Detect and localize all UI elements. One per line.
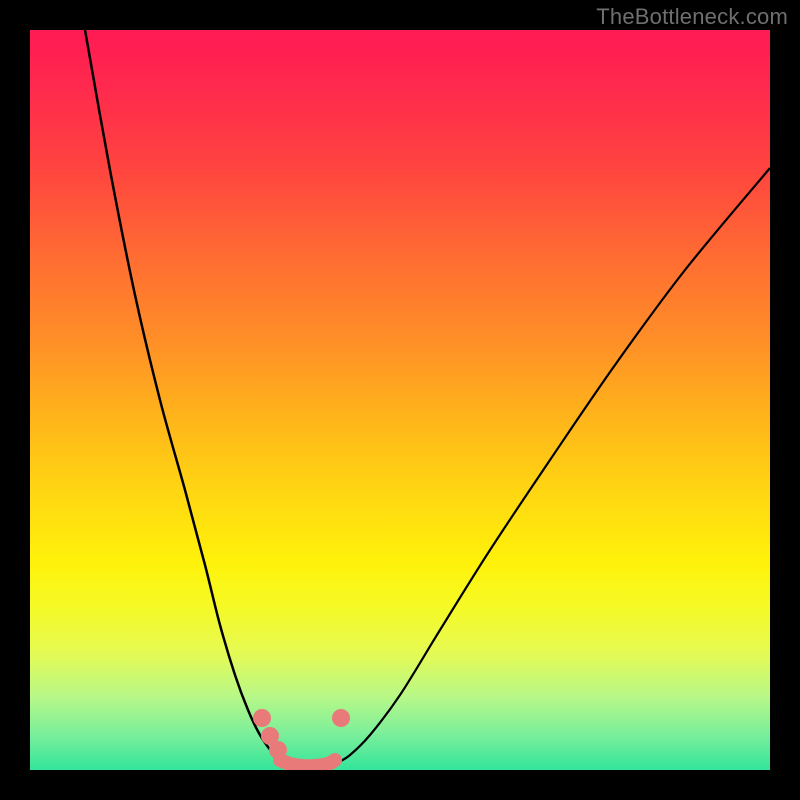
series-left-branch	[85, 30, 283, 763]
series-valley-floor	[280, 760, 335, 766]
watermark-text: TheBottleneck.com	[596, 4, 788, 30]
series-right-branch	[337, 168, 770, 763]
marker-right-dot	[332, 709, 350, 727]
marker-left-dots	[253, 709, 271, 727]
plot-area	[30, 30, 770, 770]
marker-left-dots	[269, 741, 287, 759]
curve-layer	[30, 30, 770, 770]
chart-frame: TheBottleneck.com	[0, 0, 800, 800]
